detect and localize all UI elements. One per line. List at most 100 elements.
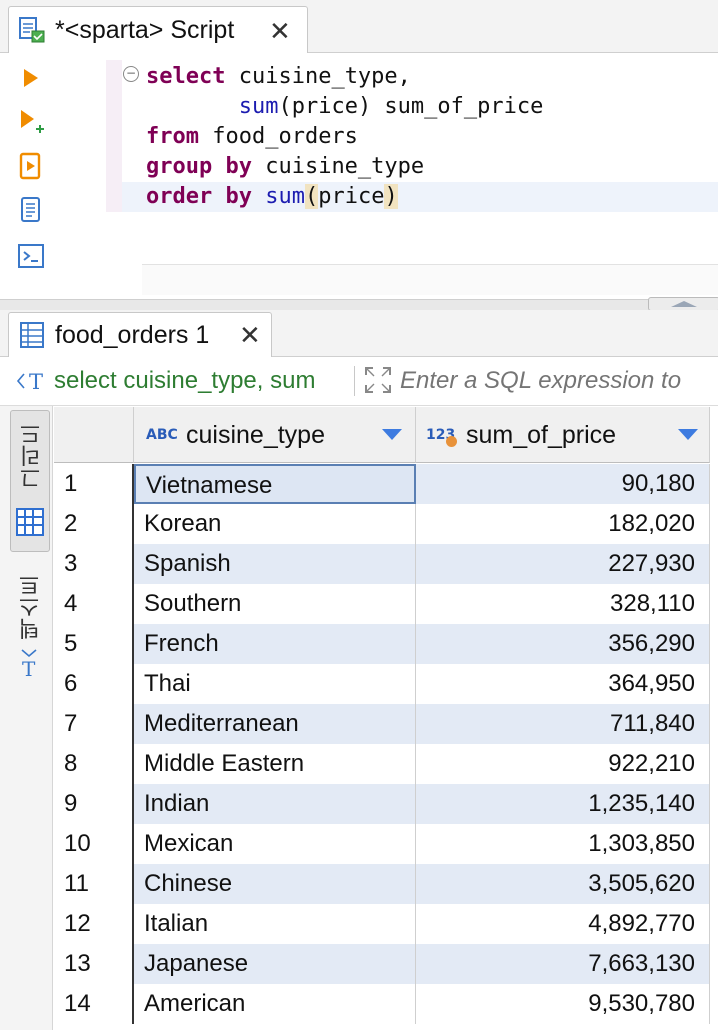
row-number-cell[interactable]: 10: [54, 824, 134, 864]
cuisine-type-cell[interactable]: French: [134, 624, 416, 664]
cuisine-type-cell[interactable]: Italian: [134, 904, 416, 944]
cuisine-type-cell[interactable]: Middle Eastern: [134, 744, 416, 784]
execute-statement-icon[interactable]: [16, 63, 46, 93]
cuisine-type-cell[interactable]: Southern: [134, 584, 416, 624]
sum-of-price-cell[interactable]: 711,840: [416, 704, 710, 744]
sum-of-price-cell[interactable]: 1,235,140: [416, 784, 710, 824]
row-number-cell[interactable]: 7: [54, 704, 134, 744]
table-row[interactable]: 12 Italian 4,892,770: [54, 904, 718, 944]
table-row[interactable]: 6 Thai 364,950: [54, 664, 718, 704]
close-icon[interactable]: ✕: [239, 322, 261, 348]
editor-horizontal-scrollbar[interactable]: [142, 264, 718, 295]
text-view-icon[interactable]: T: [16, 646, 42, 685]
cuisine-type-cell[interactable]: Japanese: [134, 944, 416, 984]
editor-ruler: [106, 60, 122, 212]
row-number-cell[interactable]: 9: [54, 784, 134, 824]
cuisine-type-cell[interactable]: Thai: [134, 664, 416, 704]
sum-of-price-cell[interactable]: 1,303,850: [416, 824, 710, 864]
row-number-cell[interactable]: 14: [54, 984, 134, 1024]
table-row[interactable]: 14 American 9,530,780: [54, 984, 718, 1024]
expand-filter-icon[interactable]: [362, 364, 394, 401]
sum-of-price-cell[interactable]: 4,892,770: [416, 904, 710, 944]
svg-text:T: T: [22, 657, 36, 680]
row-number-cell[interactable]: 6: [54, 664, 134, 704]
row-number-cell[interactable]: 8: [54, 744, 134, 784]
code-token: ): [384, 184, 398, 209]
grid-view-toggle[interactable]: 그리드: [10, 410, 50, 552]
cuisine-type-cell[interactable]: American: [134, 984, 416, 1024]
splitter-collapse-handle[interactable]: [648, 297, 718, 311]
table-row[interactable]: 7 Mediterranean 711,840: [54, 704, 718, 744]
row-number-cell[interactable]: 11: [54, 864, 134, 904]
sum-of-price-cell[interactable]: 182,020: [416, 504, 710, 544]
row-number-cell[interactable]: 13: [54, 944, 134, 984]
row-number-cell[interactable]: 4: [54, 584, 134, 624]
column-header-cuisine-type[interactable]: ABC cuisine_type: [134, 407, 416, 463]
sort-filter-icon[interactable]: [678, 429, 698, 440]
table-row[interactable]: 2 Korean 182,020: [54, 504, 718, 544]
cuisine-type-cell[interactable]: Spanish: [134, 544, 416, 584]
sum-of-price-cell[interactable]: 90,180: [416, 464, 710, 504]
cuisine-type-cell[interactable]: Mexican: [134, 824, 416, 864]
column-header-label: sum_of_price: [466, 421, 617, 449]
cuisine-type-cell[interactable]: Chinese: [134, 864, 416, 904]
result-grid[interactable]: ABC cuisine_type 123 sum_of_price 1 Vietn…: [54, 407, 718, 1030]
table-row[interactable]: 9 Indian 1,235,140: [54, 784, 718, 824]
row-number-header: [54, 407, 134, 463]
code-line[interactable]: select cuisine_type,: [146, 62, 411, 92]
cuisine-type-cell[interactable]: Korean: [134, 504, 416, 544]
table-row[interactable]: 1 Vietnamese 90,180: [54, 464, 718, 504]
sum-of-price-cell[interactable]: 9,530,780: [416, 984, 710, 1024]
code-line[interactable]: sum(price) sum_of_price: [146, 92, 544, 122]
code-line[interactable]: from food_orders: [146, 122, 358, 152]
cuisine-type-cell[interactable]: Vietnamese: [134, 464, 416, 504]
column-header-sum-of-price[interactable]: 123 sum_of_price: [416, 407, 710, 463]
table-row[interactable]: 11 Chinese 3,505,620: [54, 864, 718, 904]
row-number-cell[interactable]: 2: [54, 504, 134, 544]
cuisine-type-cell[interactable]: Mediterranean: [134, 704, 416, 744]
sql-keyword: from: [146, 124, 199, 149]
tab-script[interactable]: *<sparta> Script ✕: [8, 6, 308, 53]
cuisine-type-cell[interactable]: Indian: [134, 784, 416, 824]
table-row[interactable]: 8 Middle Eastern 922,210: [54, 744, 718, 784]
tab-food-orders-1[interactable]: food_orders 1 ✕: [8, 312, 272, 357]
string-type-icon: ABC: [146, 427, 178, 443]
sum-of-price-cell[interactable]: 922,210: [416, 744, 710, 784]
sum-of-price-cell[interactable]: 328,110: [416, 584, 710, 624]
execute-in-new-tab-icon[interactable]: [16, 107, 46, 137]
table-row[interactable]: 13 Japanese 7,663,130: [54, 944, 718, 984]
sum-of-price-cell[interactable]: 3,505,620: [416, 864, 710, 904]
row-number-cell[interactable]: 5: [54, 624, 134, 664]
fold-toggle-icon[interactable]: −: [123, 66, 139, 82]
text-view-label[interactable]: 텍스트: [16, 574, 48, 640]
sum-of-price-cell[interactable]: 364,950: [416, 664, 710, 704]
calculated-column-dot-icon: [446, 436, 457, 447]
grid-view-label: 그리드: [20, 423, 45, 489]
row-number-cell[interactable]: 1: [54, 464, 134, 504]
execute-script-icon[interactable]: [16, 151, 46, 181]
sum-of-price-cell[interactable]: 7,663,130: [416, 944, 710, 984]
sql-filter-input[interactable]: [400, 362, 718, 400]
table-row[interactable]: 3 Spanish 227,930: [54, 544, 718, 584]
script-file-icon: [17, 15, 47, 50]
script-list-icon[interactable]: [16, 195, 46, 225]
filter-query-label: select cuisine_type, sum: [54, 367, 316, 394]
row-number-cell[interactable]: 3: [54, 544, 134, 584]
column-header-label: cuisine_type: [186, 421, 325, 449]
code-token: cuisine_type,: [225, 64, 411, 89]
code-token: (price) sum_of_price: [278, 94, 544, 119]
sum-of-price-cell[interactable]: 356,290: [416, 624, 710, 664]
table-row[interactable]: 10 Mexican 1,303,850: [54, 824, 718, 864]
code-token: cuisine_type: [251, 154, 425, 179]
sum-of-price-cell[interactable]: 227,930: [416, 544, 710, 584]
terminal-icon[interactable]: [16, 241, 46, 271]
code-line[interactable]: order by sum(price): [146, 182, 398, 212]
row-number-cell[interactable]: 12: [54, 904, 134, 944]
editor-toolbar: [0, 53, 62, 299]
code-line[interactable]: group by cuisine_type: [146, 152, 424, 182]
table-row[interactable]: 5 French 356,290: [54, 624, 718, 664]
sort-filter-icon[interactable]: [382, 429, 402, 440]
table-grid-icon: [19, 321, 45, 354]
table-row[interactable]: 4 Southern 328,110: [54, 584, 718, 624]
close-icon[interactable]: ✕: [269, 18, 291, 44]
